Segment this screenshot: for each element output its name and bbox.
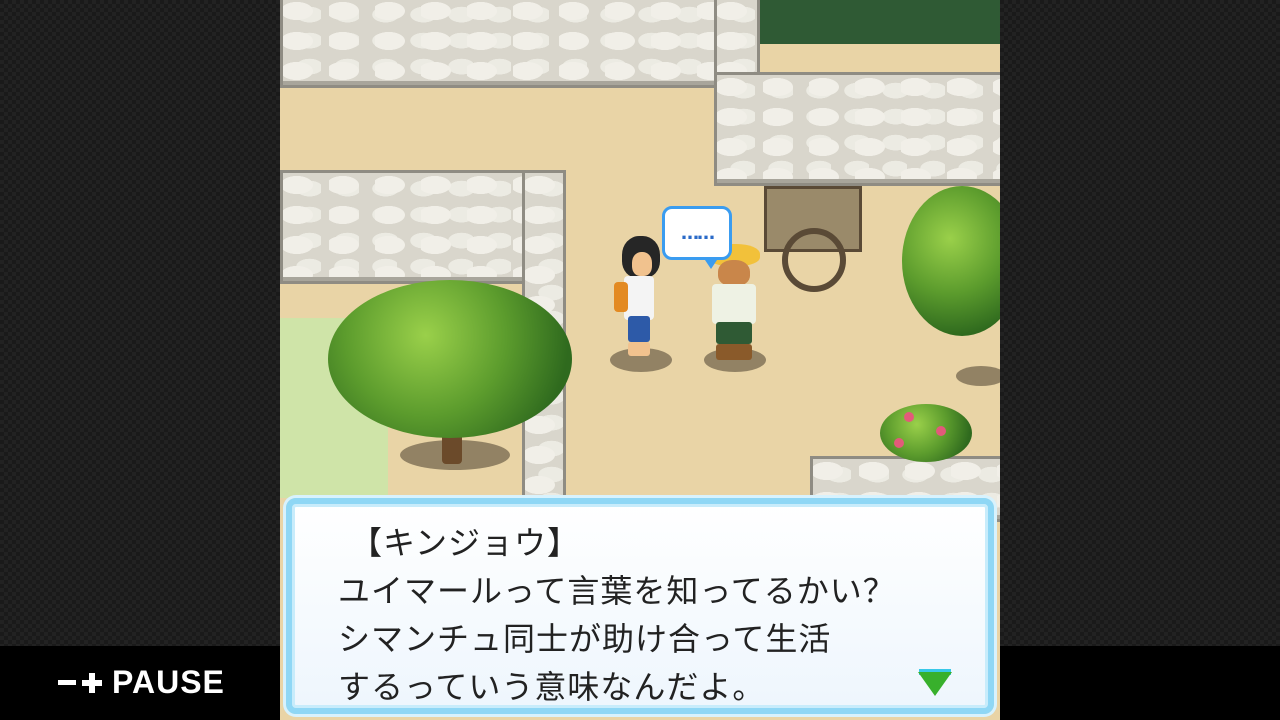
flower-bush <box>880 404 972 462</box>
dialog-line-2: シマンチュ同士が助け合って生活 <box>338 620 832 658</box>
tree-right <box>902 186 1000 336</box>
girl-legs <box>628 316 650 342</box>
flower <box>936 426 946 436</box>
stone-wall-right <box>714 72 1000 186</box>
tree-right-shadow <box>956 366 1000 386</box>
girl-character <box>614 236 670 366</box>
grass-area <box>750 0 1000 44</box>
flower <box>894 438 904 448</box>
pause-button[interactable]: PAUSE <box>58 664 225 701</box>
tree-canopy <box>328 280 572 438</box>
girl-backpack <box>614 282 628 312</box>
man-shirt <box>712 284 756 324</box>
pause-bar-right <box>1000 646 1280 720</box>
flower <box>904 412 914 422</box>
girl-feet <box>628 342 650 356</box>
girl-face <box>632 252 652 276</box>
plus-icon <box>82 672 102 693</box>
man-feet <box>716 344 752 360</box>
dialog-box[interactable]: 【キンジョウ】 ユイマールって言葉を知ってるかい？ シマンチュ同士が助け合って生… <box>286 498 994 714</box>
speech-bubble-text: …… <box>681 222 715 244</box>
cart-wheel <box>782 228 846 292</box>
dialog-line-1: ユイマールって言葉を知ってるかい？ <box>338 572 896 610</box>
minus-icon <box>58 680 76 685</box>
man-face <box>718 260 750 286</box>
left-border <box>0 0 280 720</box>
down-triangle-icon[interactable] <box>918 672 952 696</box>
right-border <box>1000 0 1280 720</box>
speech-bubble: …… <box>662 206 732 269</box>
pause-label: PAUSE <box>112 664 225 700</box>
man-pants <box>716 322 752 344</box>
stone-wall-top <box>280 0 718 88</box>
girl-body <box>624 276 654 320</box>
stone-wall-top-pillar <box>714 0 760 82</box>
dialog-speaker: 【キンジョウ】 <box>350 524 581 562</box>
dialog-line-3: するっていう意味なんだよ。 <box>338 668 766 706</box>
